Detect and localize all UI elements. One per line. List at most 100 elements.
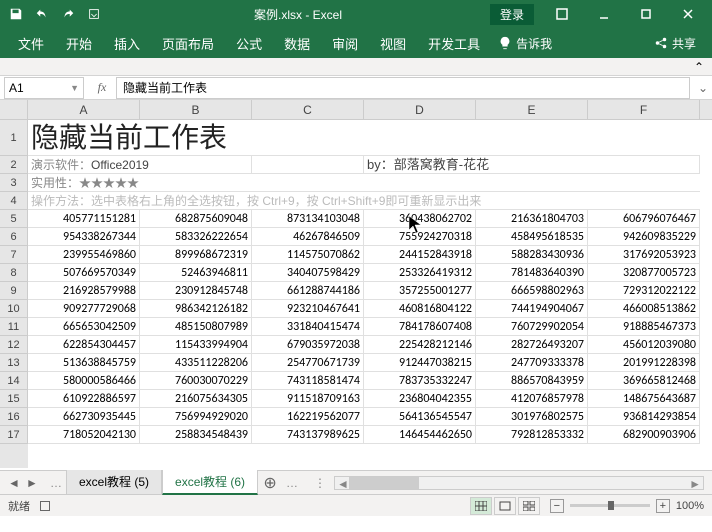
- cell[interactable]: 357255001277: [364, 282, 476, 300]
- row-header[interactable]: 15: [0, 390, 28, 408]
- cells[interactable]: 隐藏当前工作表演示软件：Office2019by：部落窝教育-花花实用性：★★★…: [28, 120, 712, 468]
- cell[interactable]: 301976802575: [476, 408, 588, 426]
- cell[interactable]: 216928579988: [28, 282, 140, 300]
- cell[interactable]: by：部落窝教育-花花: [364, 156, 700, 174]
- cell[interactable]: 146454462650: [364, 426, 476, 444]
- row-header[interactable]: 9: [0, 282, 28, 300]
- cell[interactable]: 340407598429: [252, 264, 364, 282]
- cell[interactable]: 隐藏当前工作表: [28, 120, 700, 156]
- view-normal-button[interactable]: [470, 497, 492, 515]
- cell[interactable]: 162219562077: [252, 408, 364, 426]
- cell[interactable]: 456012039080: [588, 336, 700, 354]
- cell[interactable]: 682900903906: [588, 426, 700, 444]
- cell[interactable]: 282726493207: [476, 336, 588, 354]
- row-header[interactable]: 6: [0, 228, 28, 246]
- collapse-ribbon-button[interactable]: ⌃: [694, 60, 704, 74]
- cell[interactable]: 886570843959: [476, 372, 588, 390]
- cell[interactable]: 755924270318: [364, 228, 476, 246]
- select-all-corner[interactable]: [0, 100, 28, 119]
- cell[interactable]: 679035972038: [252, 336, 364, 354]
- row-header[interactable]: 8: [0, 264, 28, 282]
- formula-input[interactable]: 隐藏当前工作表: [116, 77, 690, 99]
- horizontal-scrollbar[interactable]: ◄ ►: [334, 476, 704, 490]
- expand-formula-bar[interactable]: ⌄: [694, 81, 712, 95]
- cell[interactable]: 606796076467: [588, 210, 700, 228]
- cell[interactable]: 662730935445: [28, 408, 140, 426]
- cell[interactable]: 254770671739: [252, 354, 364, 372]
- sheet-prev-button[interactable]: ◄: [6, 475, 22, 491]
- column-header[interactable]: A: [28, 100, 140, 119]
- cell[interactable]: 912447038215: [364, 354, 476, 372]
- cell[interactable]: 115433994904: [140, 336, 252, 354]
- cell[interactable]: 412076857978: [476, 390, 588, 408]
- row-header[interactable]: 10: [0, 300, 28, 318]
- cell[interactable]: 253326419312: [364, 264, 476, 282]
- maximize-button[interactable]: [626, 2, 666, 26]
- cell[interactable]: 433511228206: [140, 354, 252, 372]
- cell[interactable]: 744194904067: [476, 300, 588, 318]
- cell[interactable]: 986342126182: [140, 300, 252, 318]
- tab-developer[interactable]: 开发工具: [418, 28, 490, 59]
- row-header[interactable]: 11: [0, 318, 28, 336]
- undo-button[interactable]: [30, 2, 54, 26]
- scroll-thumb[interactable]: [349, 477, 419, 489]
- cell[interactable]: 216361804703: [476, 210, 588, 228]
- cell[interactable]: 718052042130: [28, 426, 140, 444]
- save-button[interactable]: [4, 2, 28, 26]
- cell[interactable]: 610922886597: [28, 390, 140, 408]
- cell[interactable]: 317692053923: [588, 246, 700, 264]
- row-header[interactable]: 16: [0, 408, 28, 426]
- tab-home[interactable]: 开始: [56, 28, 102, 59]
- tab-file[interactable]: 文件: [8, 28, 54, 59]
- cell[interactable]: 230912845748: [140, 282, 252, 300]
- zoom-in-button[interactable]: +: [656, 499, 670, 513]
- column-header[interactable]: F: [588, 100, 700, 119]
- column-header[interactable]: B: [140, 100, 252, 119]
- cell[interactable]: 320877005723: [588, 264, 700, 282]
- zoom-slider[interactable]: [570, 504, 650, 507]
- cell[interactable]: 661288744186: [252, 282, 364, 300]
- cell[interactable]: 247709333378: [476, 354, 588, 372]
- cell[interactable]: 942609835229: [588, 228, 700, 246]
- cell[interactable]: 911518709163: [252, 390, 364, 408]
- cell[interactable]: 460816804122: [364, 300, 476, 318]
- cell[interactable]: 665653042509: [28, 318, 140, 336]
- row-header[interactable]: 14: [0, 372, 28, 390]
- cell[interactable]: 743118581474: [252, 372, 364, 390]
- cell[interactable]: 760729902054: [476, 318, 588, 336]
- cell[interactable]: 873134103048: [252, 210, 364, 228]
- row-header[interactable]: 12: [0, 336, 28, 354]
- cell[interactable]: 46267846509: [252, 228, 364, 246]
- row-header[interactable]: 5: [0, 210, 28, 228]
- row-header[interactable]: 7: [0, 246, 28, 264]
- cell[interactable]: 148675643687: [588, 390, 700, 408]
- cell[interactable]: 405771151281: [28, 210, 140, 228]
- cell[interactable]: 588283430936: [476, 246, 588, 264]
- sheet-overflow-left[interactable]: …: [50, 476, 62, 490]
- cell[interactable]: 507669570349: [28, 264, 140, 282]
- tab-review[interactable]: 审阅: [322, 28, 368, 59]
- minimize-button[interactable]: [584, 2, 624, 26]
- cell[interactable]: 564136545547: [364, 408, 476, 426]
- cell[interactable]: 729312022122: [588, 282, 700, 300]
- cell[interactable]: 682875609048: [140, 210, 252, 228]
- cell[interactable]: [252, 156, 364, 174]
- cell[interactable]: 936814293854: [588, 408, 700, 426]
- fx-button[interactable]: fx: [92, 78, 112, 98]
- tab-layout[interactable]: 页面布局: [152, 28, 224, 59]
- name-box[interactable]: A1 ▼: [4, 77, 84, 99]
- row-header[interactable]: 2: [0, 156, 28, 174]
- row-header[interactable]: 1: [0, 120, 28, 156]
- row-header[interactable]: 13: [0, 354, 28, 372]
- cell[interactable]: 666598802963: [476, 282, 588, 300]
- view-pagebreak-button[interactable]: [518, 497, 540, 515]
- cell[interactable]: 466008513862: [588, 300, 700, 318]
- cell[interactable]: 操作方法：选中表格右上角的全选按钮，按 Ctrl+9，按 Ctrl+Shift+…: [28, 192, 700, 210]
- cell[interactable]: 781483640390: [476, 264, 588, 282]
- column-header[interactable]: E: [476, 100, 588, 119]
- row-header[interactable]: 3: [0, 174, 28, 192]
- cell[interactable]: 演示软件：Office2019: [28, 156, 252, 174]
- macro-record-button[interactable]: [40, 501, 50, 511]
- cell[interactable]: 201991228398: [588, 354, 700, 372]
- column-header[interactable]: C: [252, 100, 364, 119]
